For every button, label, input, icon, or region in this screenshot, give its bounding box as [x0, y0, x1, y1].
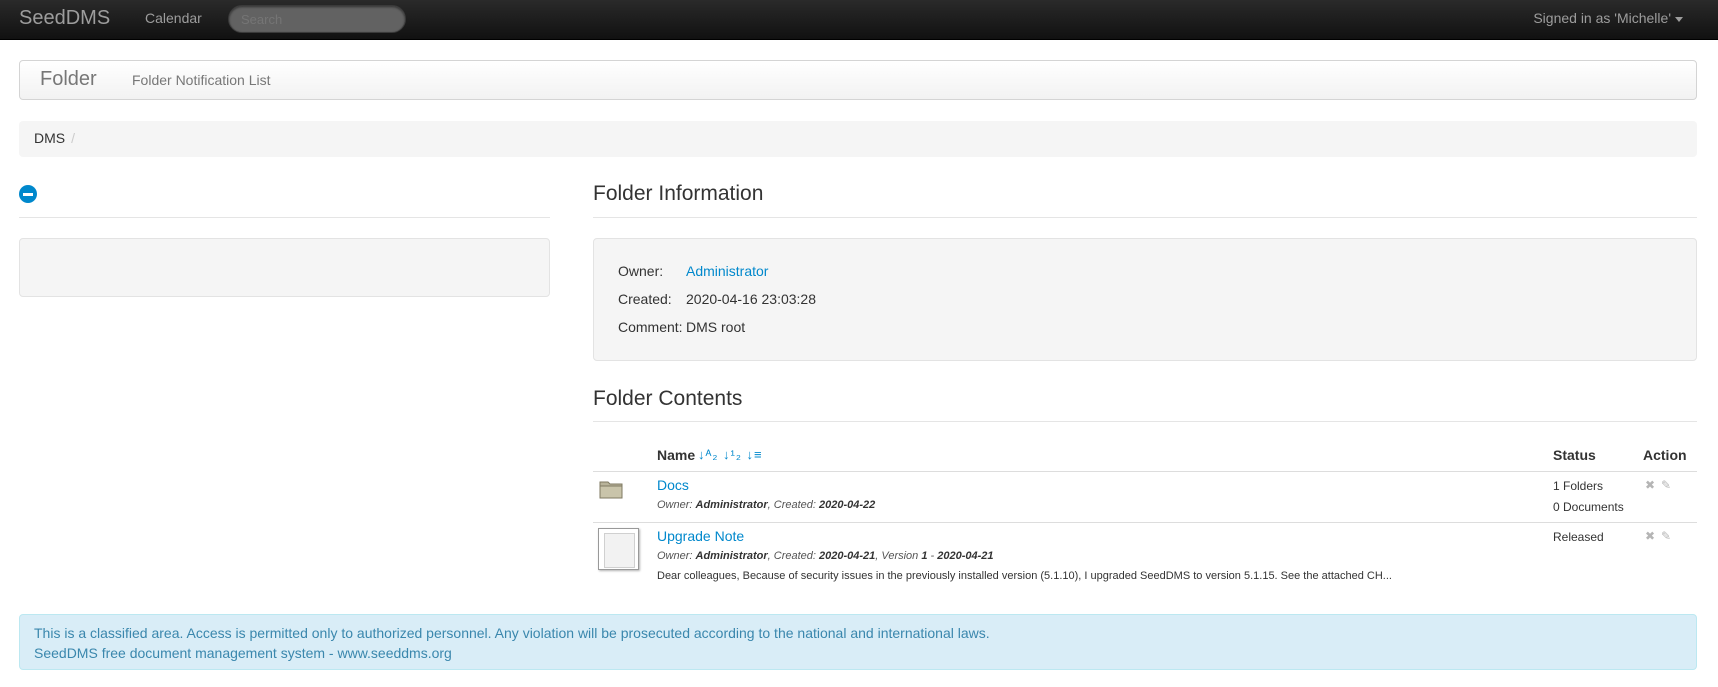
meta-owner-label: Owner: — [657, 499, 696, 511]
column-header-action: Action — [1643, 447, 1687, 463]
folder-tree-panel — [19, 238, 550, 297]
meta-created-label: , Created: — [767, 499, 819, 511]
disclaimer-text: This is a classified area. Access is per… — [34, 625, 990, 641]
caret-down-icon — [1675, 16, 1683, 22]
user-menu[interactable]: Signed in as 'Michelle' — [1533, 10, 1683, 26]
created-label: Created: — [618, 291, 672, 307]
footer-disclaimer: This is a classified area. Access is per… — [19, 614, 1697, 670]
row-divider — [593, 522, 1697, 523]
meta-version-label: , Version — [875, 550, 922, 562]
delete-icon[interactable]: ✖ — [1645, 529, 1655, 543]
created-value: 2020-04-16 23:03:28 — [686, 291, 816, 307]
meta-owner: Administrator — [695, 550, 768, 562]
meta-owner-label: Owner: — [657, 550, 696, 562]
item-meta: Owner: Administrator, Created: 2020-04-2… — [657, 499, 875, 511]
meta-created: 2020-04-21 — [819, 550, 876, 562]
column-header-name: Name — [657, 447, 696, 463]
left-divider — [19, 217, 550, 218]
subnav-title[interactable]: Folder — [40, 68, 97, 91]
folder-information-heading: Folder Information — [593, 182, 764, 205]
top-navbar: SeedDMS Calendar Signed in as 'Michelle' — [0, 0, 1718, 40]
comment-label: Comment: — [618, 319, 683, 335]
comment-value: DMS root — [686, 319, 746, 335]
signed-in-label: Signed in as 'Michelle' — [1533, 10, 1671, 26]
status-folders: 1 Folders — [1553, 479, 1604, 493]
sort-icons[interactable]: ↓ᴬ₂ ↓¹₂ ↓≡ — [698, 447, 763, 462]
footer-credit[interactable]: SeedDMS free document management system … — [34, 643, 1682, 663]
contents-divider — [593, 421, 1697, 422]
item-name-upgrade-note[interactable]: Upgrade Note — [657, 528, 744, 544]
collapse-minus-icon[interactable] — [19, 185, 37, 203]
meta-version-date: 2020-04-21 — [937, 550, 994, 562]
document-thumbnail[interactable] — [598, 528, 639, 570]
brand-logo[interactable]: SeedDMS — [19, 7, 110, 30]
info-divider — [593, 217, 1697, 218]
folder-icon[interactable] — [599, 479, 623, 499]
status-badge: Released — [1553, 530, 1604, 544]
item-meta: Owner: Administrator, Created: 2020-04-2… — [657, 550, 994, 562]
item-name-docs[interactable]: Docs — [657, 477, 689, 493]
breadcrumb-separator: / — [71, 130, 76, 146]
meta-created: 2020-04-22 — [819, 499, 876, 511]
breadcrumb: DMS / — [19, 121, 1697, 157]
meta-created-label: , Created: — [767, 550, 819, 562]
meta-version-sep: - — [927, 550, 938, 562]
meta-owner: Administrator — [695, 499, 768, 511]
column-header-status: Status — [1553, 447, 1596, 463]
owner-link[interactable]: Administrator — [686, 263, 768, 279]
folder-contents-heading: Folder Contents — [593, 387, 743, 410]
nav-calendar[interactable]: Calendar — [145, 10, 202, 26]
folder-notification-list-link[interactable]: Folder Notification List — [132, 72, 271, 88]
edit-icon[interactable]: ✎ — [1661, 478, 1671, 492]
row-divider — [593, 471, 1697, 472]
breadcrumb-dms[interactable]: DMS — [34, 130, 65, 146]
edit-icon[interactable]: ✎ — [1661, 529, 1671, 543]
owner-label: Owner: — [618, 263, 664, 279]
item-comment: Dear colleagues, Because of security iss… — [657, 570, 1392, 582]
folder-info-panel: Owner: Administrator Created: 2020-04-16… — [593, 238, 1697, 361]
status-documents: 0 Documents — [1553, 500, 1624, 514]
sub-navbar: Folder Folder Notification List — [19, 60, 1697, 100]
delete-icon[interactable]: ✖ — [1645, 478, 1655, 492]
search-input[interactable] — [228, 5, 406, 33]
